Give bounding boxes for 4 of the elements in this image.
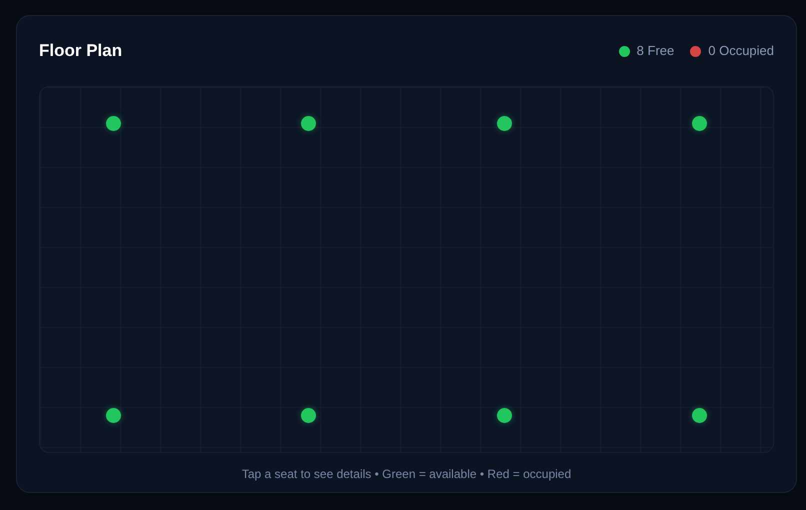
legend-label: 8 Free [636, 42, 674, 60]
legend-label: 0 Occupied [708, 42, 774, 60]
hint-text: Tap a seat to see details • Green = available • Red = occupied [242, 466, 572, 483]
card-title: Floor Plan [39, 40, 122, 62]
